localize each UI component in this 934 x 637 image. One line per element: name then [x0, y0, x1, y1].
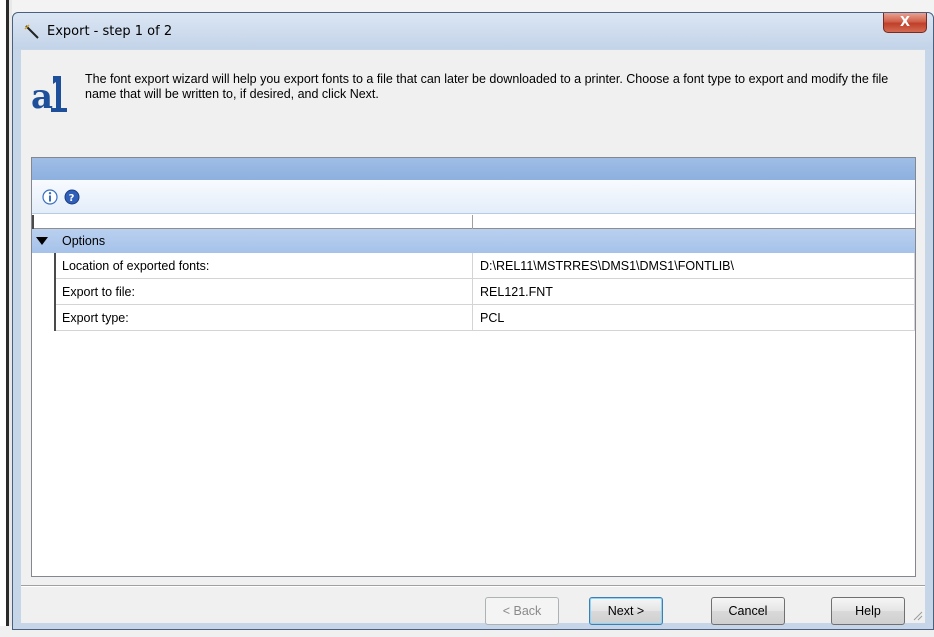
property-grid-panel: ? Options Location of exported fonts: D:…: [31, 157, 916, 577]
property-name: Export type:: [62, 311, 129, 325]
next-button[interactable]: Next >: [589, 597, 663, 625]
close-icon: X: [899, 15, 911, 30]
property-value[interactable]: REL121.FNT: [480, 285, 553, 299]
title-bar[interactable]: Export - step 1 of 2 X: [13, 13, 933, 49]
window-title: Export - step 1 of 2: [47, 24, 173, 39]
svg-text:?: ?: [69, 193, 75, 204]
info-icon[interactable]: [42, 189, 58, 205]
help-icon[interactable]: ?: [64, 189, 80, 205]
category-label: Options: [62, 234, 106, 248]
font-logo-icon: a: [31, 70, 71, 117]
property-toolbar: ?: [32, 180, 915, 214]
wand-icon: [23, 23, 41, 41]
property-name: Export to file:: [62, 285, 135, 299]
button-separator: [21, 585, 925, 587]
resize-grip-icon[interactable]: [911, 609, 923, 621]
export-wizard-window: Export - step 1 of 2 X a The font export…: [12, 12, 934, 630]
property-rows: Location of exported fonts: D:\REL11\MST…: [32, 253, 915, 331]
intro-text: The font export wizard will help you exp…: [85, 72, 889, 101]
back-button[interactable]: < Back: [485, 597, 559, 625]
intro-section: a The font export wizard will help you e…: [21, 50, 925, 150]
grid-header-row: [32, 215, 915, 229]
category-options[interactable]: Options: [32, 229, 915, 253]
help-button[interactable]: Help: [831, 597, 905, 625]
close-button[interactable]: X: [883, 13, 927, 33]
property-value[interactable]: D:\REL11\MSTRRES\DMS1\DMS1\FONTLIB\: [480, 259, 734, 273]
collapse-arrow-icon[interactable]: [36, 235, 48, 247]
property-row-location[interactable]: Location of exported fonts: D:\REL11\MST…: [32, 253, 915, 279]
background-left-strip: [0, 0, 12, 637]
property-name: Location of exported fonts:: [62, 259, 210, 273]
wizard-client-area: a The font export wizard will help you e…: [21, 50, 925, 625]
cancel-button[interactable]: Cancel: [711, 597, 785, 625]
property-row-export-type[interactable]: Export type: PCL: [32, 305, 915, 331]
svg-text:a: a: [31, 77, 53, 114]
property-row-export-file[interactable]: Export to file: REL121.FNT: [32, 279, 915, 305]
property-value[interactable]: PCL: [480, 311, 504, 325]
panel-header: [32, 158, 915, 180]
